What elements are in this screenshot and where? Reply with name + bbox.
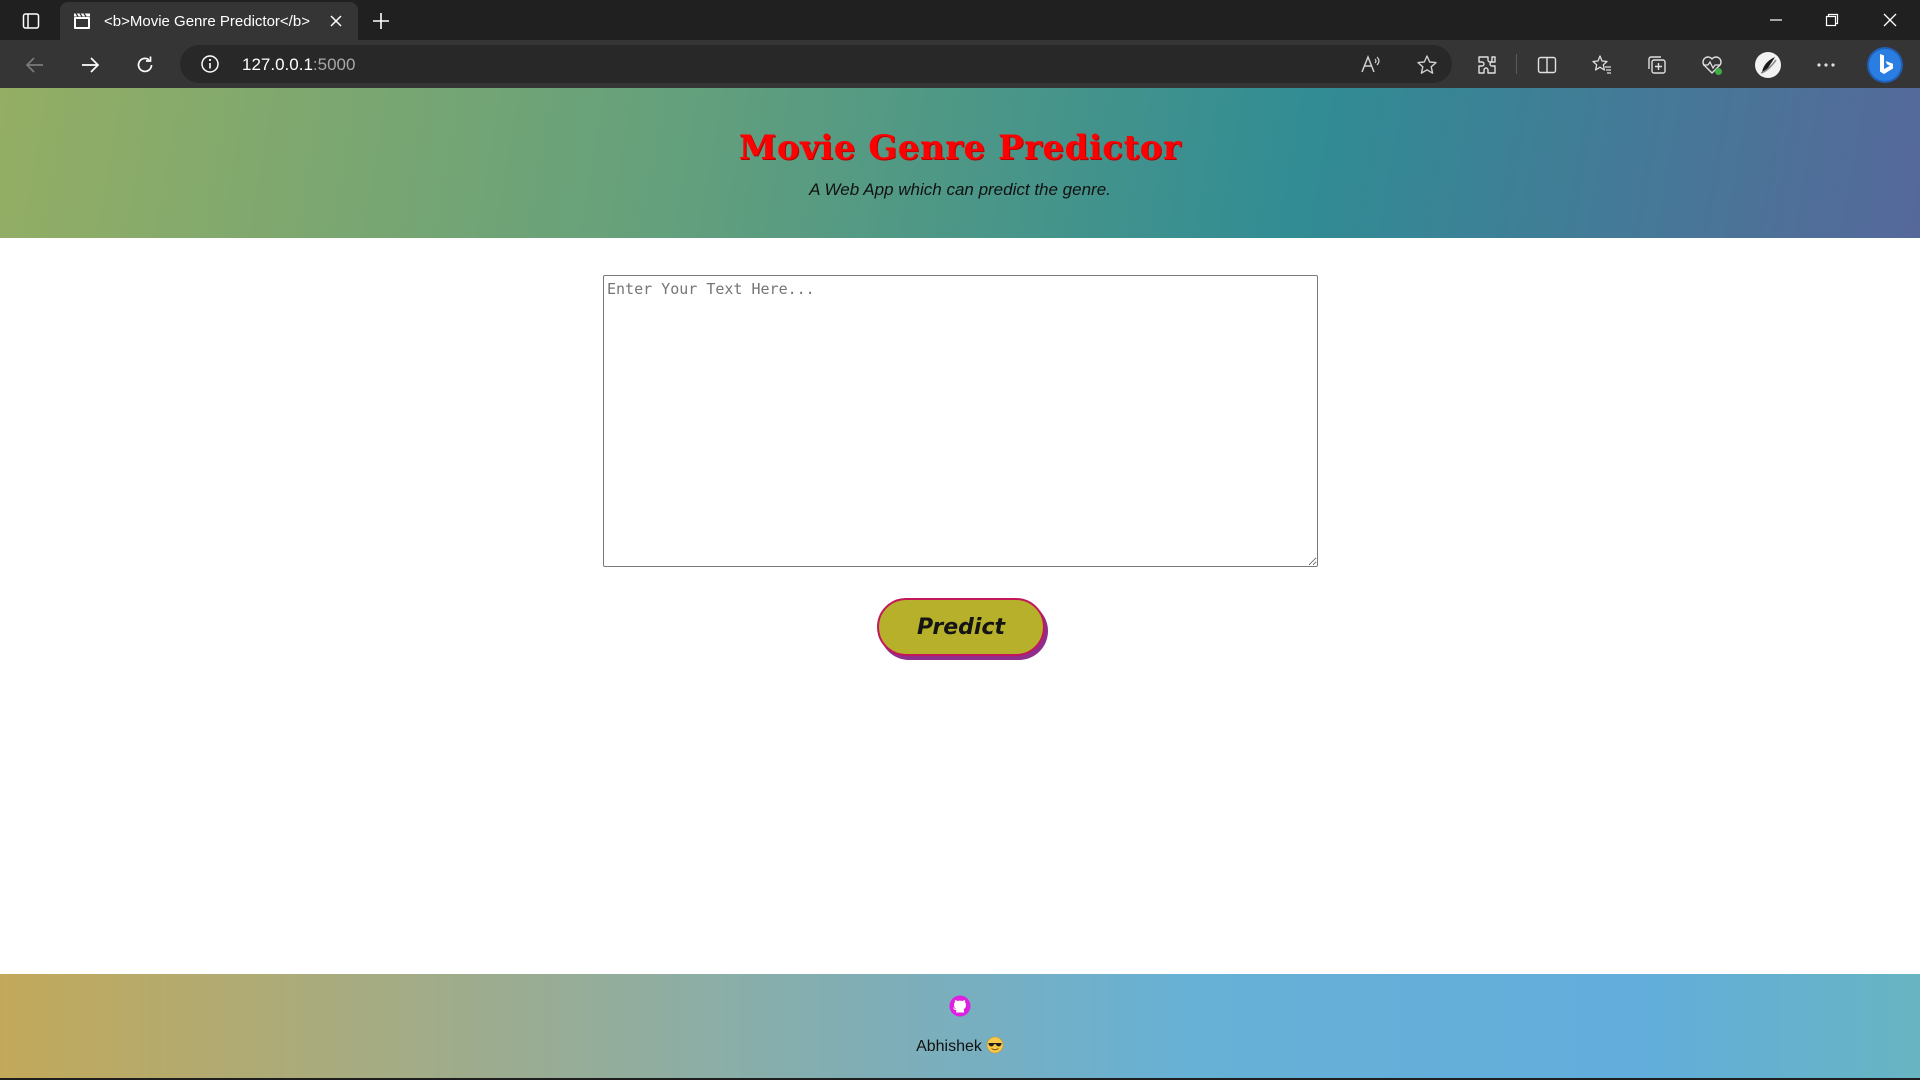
- toolbar-divider: [1516, 54, 1517, 74]
- predict-button[interactable]: Predict: [877, 598, 1045, 656]
- browser-tab[interactable]: <b>Movie Genre Predictor</b>: [60, 2, 358, 40]
- github-link[interactable]: [946, 992, 974, 1020]
- extensions-button[interactable]: [1472, 50, 1502, 80]
- minimize-icon: [1770, 19, 1782, 21]
- profile-button[interactable]: [1753, 50, 1783, 80]
- address-bar[interactable]: 127.0.0.1:5000: [180, 45, 1452, 83]
- close-tab-button[interactable]: [326, 11, 346, 31]
- tab-actions-button[interactable]: [14, 8, 48, 34]
- github-icon: [949, 995, 971, 1017]
- refresh-button[interactable]: [128, 48, 162, 82]
- bing-copilot-icon: [1867, 47, 1903, 83]
- browser-tab-bar: <b>Movie Genre Predictor</b>: [0, 0, 1920, 40]
- browser-essentials-button[interactable]: [1697, 50, 1727, 80]
- url-port: :5000: [312, 55, 356, 74]
- back-button[interactable]: [18, 48, 52, 82]
- sunglasses-emoji-icon: [986, 1036, 1004, 1054]
- url-host: 127.0.0.1: [242, 55, 313, 74]
- site-info-icon[interactable]: [200, 54, 220, 74]
- favorites-button[interactable]: [1587, 50, 1617, 80]
- site-footer: Abhishek: [0, 974, 1920, 1078]
- author-name: Abhishek: [916, 1038, 982, 1055]
- browser-essentials-icon: [1702, 56, 1722, 75]
- split-screen-icon: [1537, 56, 1557, 74]
- minimize-button[interactable]: [1748, 0, 1804, 40]
- site-header: Movie Genre Predictor A Web App which ca…: [0, 88, 1920, 238]
- forward-button[interactable]: [73, 48, 107, 82]
- browser-toolbar: 127.0.0.1:5000: [0, 40, 1920, 88]
- more-menu-button[interactable]: [1811, 50, 1841, 80]
- clapperboard-icon: [72, 11, 92, 31]
- new-tab-icon: [373, 13, 389, 29]
- read-aloud-button[interactable]: [1358, 52, 1384, 78]
- refresh-icon: [137, 56, 153, 73]
- extensions-icon: [1478, 56, 1496, 74]
- collections-icon: [1648, 56, 1666, 74]
- new-tab-button[interactable]: [368, 8, 394, 34]
- favorite-button[interactable]: [1414, 52, 1440, 78]
- tab-actions-icon: [22, 13, 40, 29]
- author-credit: Abhishek: [0, 1036, 1920, 1056]
- close-window-button[interactable]: [1862, 0, 1918, 40]
- back-icon: [25, 57, 43, 73]
- restore-icon: [1825, 13, 1839, 27]
- tab-title: <b>Movie Genre Predictor</b>: [104, 12, 310, 30]
- url-text[interactable]: 127.0.0.1:5000: [242, 55, 355, 75]
- bing-copilot-button[interactable]: [1866, 46, 1904, 84]
- page-subtitle: A Web App which can predict the genre.: [809, 180, 1111, 199]
- plot-text-input[interactable]: [603, 275, 1318, 567]
- profile-icon: [1755, 52, 1781, 78]
- restore-button[interactable]: [1804, 0, 1860, 40]
- collections-button[interactable]: [1642, 50, 1672, 80]
- split-screen-button[interactable]: [1532, 50, 1562, 80]
- close-window-icon: [1883, 13, 1897, 27]
- close-icon: [330, 15, 342, 27]
- read-aloud-icon: [1361, 54, 1380, 73]
- page-content: Movie Genre Predictor A Web App which ca…: [0, 88, 1920, 1080]
- favorites-icon: [1592, 55, 1611, 74]
- forward-icon: [82, 57, 100, 73]
- more-menu-icon: [1817, 63, 1835, 67]
- page-title: Movie Genre Predictor: [738, 128, 1182, 168]
- favorite-star-icon: [1417, 55, 1437, 74]
